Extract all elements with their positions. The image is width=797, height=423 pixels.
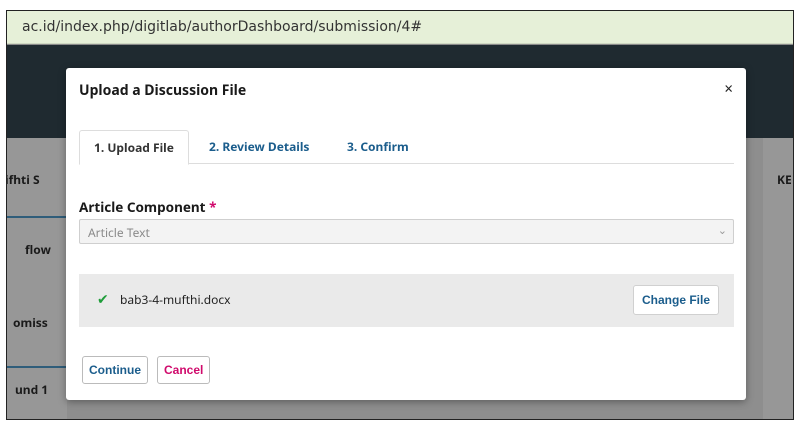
background-label: flow [25, 241, 51, 258]
cancel-button[interactable]: Cancel [157, 356, 211, 384]
modal-title: Upload a Discussion File [79, 81, 247, 100]
tab-upload-file[interactable]: 1. Upload File [79, 130, 189, 165]
chevron-down-icon: ⌄ [717, 223, 727, 238]
browser-frame: ac.id/index.php/digitlab/authorDashboard… [6, 10, 794, 420]
wizard-tabs: 1. Upload File 2. Review Details 3. Conf… [79, 130, 734, 165]
url-text[interactable]: ac.id/index.php/digitlab/authorDashboard… [22, 19, 422, 35]
change-file-button[interactable]: Change File [632, 285, 719, 315]
close-icon[interactable]: × [724, 82, 733, 97]
uploaded-file-panel: ✔ bab3-4-mufthi.docx Change File [79, 274, 734, 327]
check-icon: ✔ [97, 290, 109, 309]
background-label: omiss [13, 314, 48, 331]
tab-confirm[interactable]: 3. Confirm [333, 130, 423, 164]
continue-button[interactable]: Continue [82, 356, 148, 384]
article-component-label: Article Component * [79, 198, 216, 216]
article-component-selected-value: Article Text [88, 224, 150, 241]
background-label: und 1 [15, 381, 49, 398]
background-label: ifhti S [6, 171, 40, 188]
background-label: KE [777, 171, 792, 188]
required-marker: * [209, 198, 217, 216]
tab-review-details[interactable]: 2. Review Details [195, 130, 323, 164]
background-divider [7, 216, 67, 218]
background-divider [7, 366, 67, 368]
article-component-label-text: Article Component [79, 198, 206, 216]
address-bar[interactable]: ac.id/index.php/digitlab/authorDashboard… [7, 11, 793, 44]
article-component-select[interactable]: Article Text ⌄ [79, 219, 734, 244]
upload-discussion-file-modal: Upload a Discussion File × 1. Upload Fil… [66, 68, 746, 400]
uploaded-file-name: bab3-4-mufthi.docx [120, 291, 231, 308]
